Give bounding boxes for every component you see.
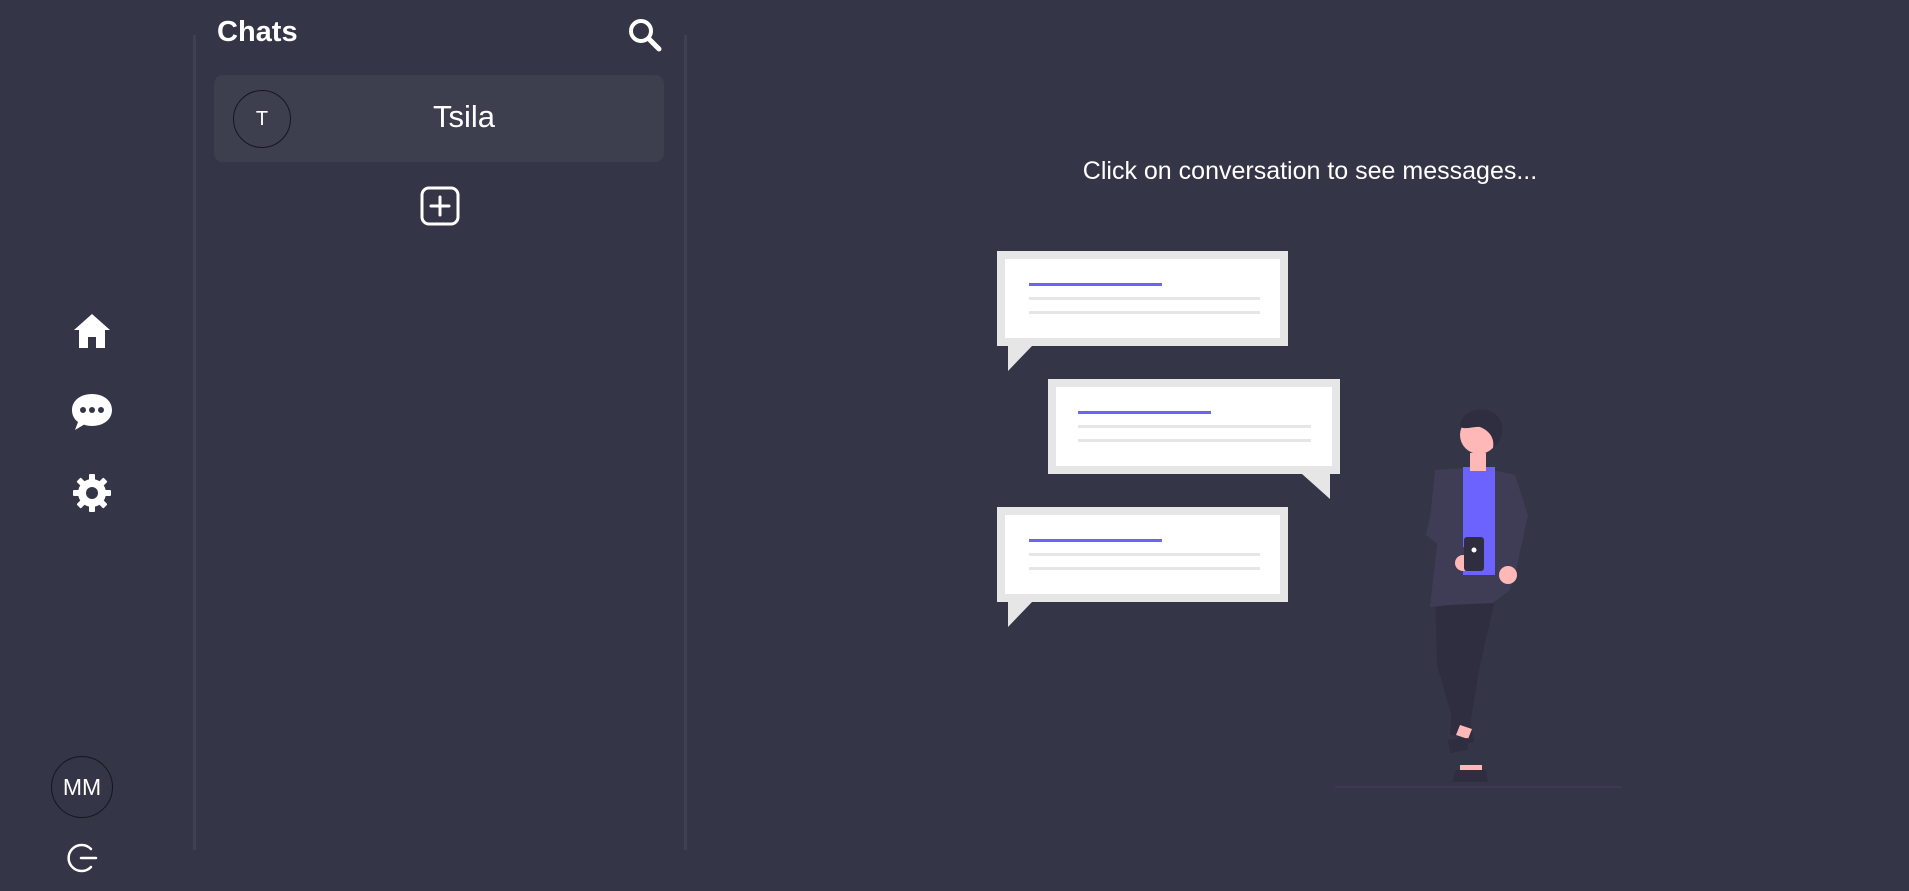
message-bubble-3 xyxy=(997,507,1288,627)
contact-name: Tsila xyxy=(432,99,495,134)
gear-icon xyxy=(73,474,111,512)
logout-icon[interactable] xyxy=(64,840,100,876)
home-icon xyxy=(74,314,110,348)
chat-list-item[interactable]: T Tsila xyxy=(214,75,664,162)
user-avatar[interactable]: MM xyxy=(51,756,113,818)
home-button[interactable] xyxy=(70,309,114,353)
add-square-icon[interactable] xyxy=(419,185,461,227)
chats-title: Chats xyxy=(217,16,298,48)
chat-bubble-icon xyxy=(72,394,112,430)
contact-avatar: T xyxy=(233,90,291,148)
message-bubble-1 xyxy=(997,251,1288,371)
empty-state-message: Click on conversation to see messages... xyxy=(1082,157,1538,185)
sidebar-divider xyxy=(193,35,196,850)
search-icon[interactable] xyxy=(627,17,663,53)
person-figure xyxy=(1426,409,1528,782)
settings-button[interactable] xyxy=(70,471,114,515)
chatlist-divider xyxy=(684,35,687,850)
messages-illustration xyxy=(997,251,1622,788)
chats-button[interactable] xyxy=(70,390,114,434)
message-bubble-2 xyxy=(1048,379,1340,499)
